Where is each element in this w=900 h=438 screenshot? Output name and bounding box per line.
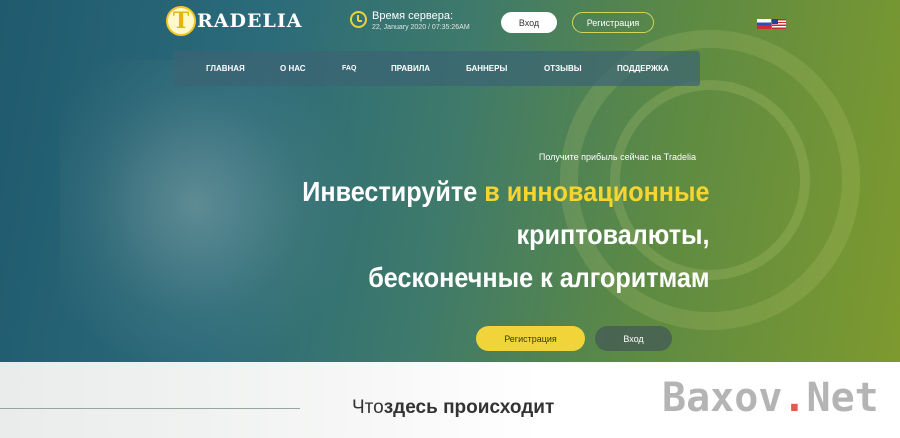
nav-item-support[interactable]: ПОДДЕРЖКА: [617, 64, 669, 73]
headline-line-1: Инвестируйте в инновационные: [303, 170, 710, 213]
flag-us-icon[interactable]: [772, 19, 786, 29]
main-nav: ГЛАВНАЯ О НАС FAQ ПРАВИЛА БАННЕРЫ ОТЗЫВЫ…: [173, 51, 700, 86]
section-divider: [0, 408, 300, 409]
hero-headline: Инвестируйте в инновационные криптовалют…: [303, 170, 710, 299]
headline-line-3: бесконечные к алгоритмам: [368, 262, 710, 293]
server-time-label: Время сервера:: [372, 10, 454, 22]
nav-item-rules[interactable]: ПРАВИЛА: [391, 64, 430, 73]
login-button[interactable]: Вход: [501, 12, 557, 33]
flag-ru-icon[interactable]: [757, 19, 771, 29]
headline-highlight: в инновационные: [484, 176, 710, 207]
server-time: Время сервера: 22, January 2020 / 07:35:…: [350, 10, 470, 31]
hero-banner: T RADELIA Время сервера: 22, January 202…: [0, 0, 900, 362]
section-title-light: Что: [352, 397, 384, 418]
nav-item-home[interactable]: ГЛАВНАЯ: [206, 64, 245, 73]
logo-badge: T: [166, 6, 196, 36]
server-time-value: 22, January 2020 / 07:35:26AM: [372, 24, 470, 31]
register-button[interactable]: Регистрация: [572, 12, 654, 33]
watermark-part1: Baxov: [662, 375, 783, 421]
headline-line-2: криптовалюты,: [516, 219, 710, 250]
nav-item-banners[interactable]: БАННЕРЫ: [466, 64, 507, 73]
nav-item-faq[interactable]: FAQ: [342, 65, 356, 72]
watermark-dot: .: [782, 375, 807, 421]
site-logo[interactable]: T RADELIA: [166, 6, 302, 36]
hero-register-button[interactable]: Регистрация: [476, 326, 585, 351]
clock-icon: [350, 11, 367, 28]
hero-login-button[interactable]: Вход: [595, 326, 672, 351]
nav-item-reviews[interactable]: ОТЗЫВЫ: [544, 64, 582, 73]
hero-subtitle: Получите прибыль сейчас на Tradelia: [538, 152, 696, 162]
section-title: Чтоздесь происходит: [352, 397, 554, 419]
section-title-bold: здесь происходит: [383, 397, 555, 418]
watermark: Baxov.Net: [662, 375, 879, 421]
watermark-part2: Net: [806, 375, 879, 421]
nav-item-about[interactable]: О НАС: [280, 64, 306, 73]
headline-part1: Инвестируйте: [302, 176, 478, 207]
logo-text: RADELIA: [197, 10, 303, 32]
